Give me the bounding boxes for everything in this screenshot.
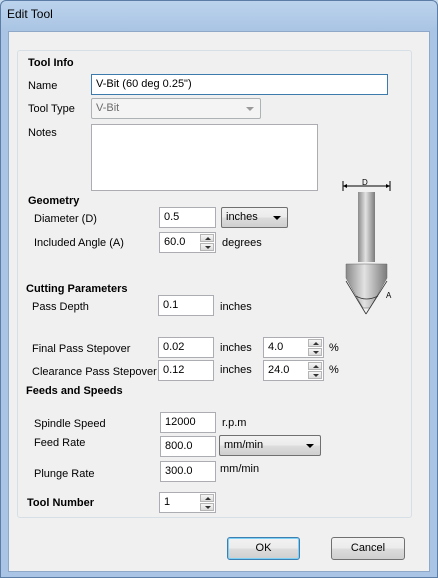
tool-number-stepper[interactable]: 1 [159,492,216,513]
spindle-speed-input[interactable]: 12000 [160,412,216,433]
percent-sign: % [329,364,339,376]
plunge-rate-units: mm/min [220,463,260,475]
clearance-stepover-percent: 24.0 [268,364,290,376]
clearance-stepover-input[interactable]: 0.12 [158,360,214,381]
pass-depth-label: Pass Depth [32,301,89,313]
feed-units-select[interactable]: mm/min [219,435,321,456]
pass-depth-units: inches [220,301,252,313]
percent-sign: % [329,342,339,354]
chevron-down-icon [273,216,281,220]
spin-up-icon[interactable] [200,234,214,242]
clearance-stepover-label: Clearance Pass Stepover [32,366,157,378]
plunge-rate-label: Plunge Rate [34,468,95,480]
angle-stepper[interactable]: 60.0 [159,232,216,253]
notes-label: Notes [28,127,57,139]
angle-label: Included Angle (A) [34,237,124,249]
diameter-units-value: inches [226,211,258,223]
chevron-down-icon [246,107,254,111]
clearance-stepover-units: inches [220,364,252,376]
final-stepover-percent-stepper[interactable]: 4.0 [263,337,324,358]
spindle-speed-units: r.p.m [222,417,247,429]
spin-up-icon[interactable] [200,494,214,502]
spin-down-icon[interactable] [200,503,214,511]
spin-down-icon[interactable] [200,243,214,251]
chevron-down-icon [306,444,314,448]
clearance-stepover-percent-stepper[interactable]: 24.0 [263,360,324,381]
angle-value: 60.0 [164,236,186,248]
final-stepover-percent: 4.0 [268,341,284,353]
feed-rate-label: Feed Rate [34,437,86,449]
ok-button[interactable]: OK [227,537,300,560]
name-label: Name [28,80,58,92]
diameter-input[interactable]: 0.5 [159,207,216,228]
tool-number-value: 1 [164,496,171,508]
diameter-label: Diameter (D) [34,213,97,225]
spin-up-icon[interactable] [308,362,322,370]
spin-up-icon[interactable] [308,339,322,347]
final-stepover-units: inches [220,342,252,354]
tool-type-select[interactable]: V-Bit [91,98,261,119]
angle-units: degrees [222,237,262,249]
final-stepover-label: Final Pass Stepover [32,343,131,355]
feeds-speeds-header: Feeds and Speeds [26,385,123,397]
feed-rate-input[interactable]: 800.0 [160,436,216,457]
notes-textarea[interactable] [91,124,318,191]
spindle-speed-label: Spindle Speed [34,418,106,430]
cutting-params-header: Cutting Parameters [26,283,128,295]
tool-number-label: Tool Number [27,497,95,509]
spin-down-icon[interactable] [308,371,322,379]
tool-info-header: Tool Info [28,57,74,69]
name-input[interactable]: V-Bit (60 deg 0.25") [91,74,388,95]
diagram-label-d: D [362,178,368,187]
tool-type-label: Tool Type [28,103,75,115]
plunge-rate-input[interactable]: 300.0 [160,461,216,482]
cancel-button[interactable]: Cancel [331,537,405,560]
feed-units-value: mm/min [224,439,264,451]
window-title: Edit Tool [7,7,53,21]
final-stepover-input[interactable]: 0.02 [158,337,214,358]
spin-down-icon[interactable] [308,348,322,356]
pass-depth-input[interactable]: 0.1 [158,295,214,316]
vbit-diagram-icon: D A [342,178,392,315]
diagram-label-a: A [386,291,392,300]
tool-type-value: V-Bit [96,102,120,114]
diameter-units-select[interactable]: inches [221,207,288,228]
geometry-header: Geometry [28,195,80,207]
